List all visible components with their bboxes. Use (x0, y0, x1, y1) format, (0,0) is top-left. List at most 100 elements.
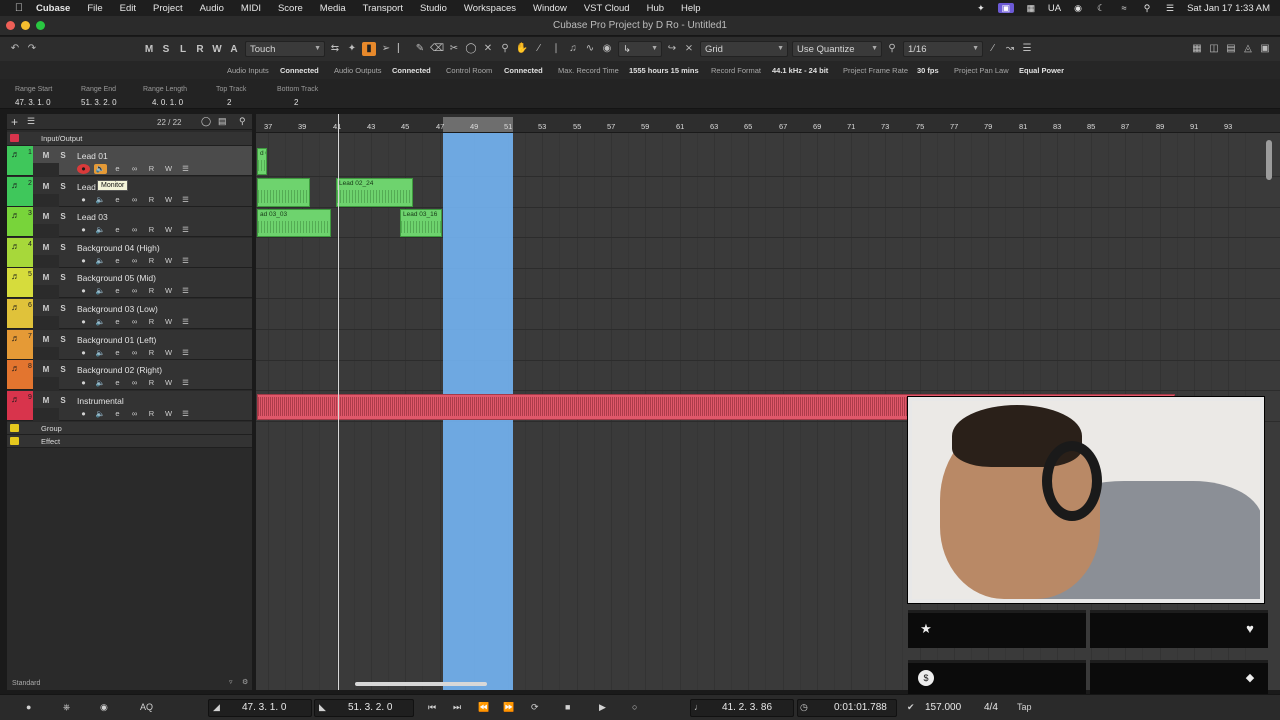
track-menu-icon[interactable]: ☰ (179, 256, 192, 266)
timewarp-tool-icon[interactable]: ∣ (549, 42, 563, 56)
punch-icon[interactable]: ⎈ (63, 702, 70, 713)
folder-track-group[interactable]: Group (7, 422, 252, 435)
stop-icon[interactable]: ■ (565, 702, 570, 712)
mute-all-button[interactable]: M (142, 41, 156, 57)
track-row[interactable]: ♬ 9 M S Instrumental ● 🔈 e ∞ R W ☰ (7, 391, 252, 421)
mute-button[interactable]: M (39, 181, 53, 192)
top-track-value[interactable]: 2 (227, 98, 231, 107)
tap-tempo-button[interactable]: Tap (1017, 702, 1032, 712)
wifi-icon[interactable]: ≈ (1118, 3, 1130, 13)
track-presets-icon[interactable]: ◯ (201, 116, 211, 127)
position-time-value[interactable]: 0:01:01.788 (834, 702, 887, 713)
automation-button[interactable]: A (227, 41, 241, 57)
monitor-icon[interactable]: 🔈 (94, 225, 107, 235)
mute-button[interactable]: M (39, 272, 53, 283)
track-row[interactable]: ♬ 8 M S Background 02 (Right) ● 🔈 e ∞ R W ☰ (7, 360, 252, 390)
bottom-track-value[interactable]: 2 (294, 98, 298, 107)
chevron-down-icon[interactable]: ▿ (229, 678, 233, 686)
menu-media[interactable]: Media (320, 3, 346, 14)
menu-transport[interactable]: Transport (363, 3, 403, 14)
mute-button[interactable]: M (39, 242, 53, 253)
track-name[interactable]: Lead 01 (77, 151, 108, 161)
quantize-mode-select[interactable]: Use Quantize ▼ (792, 41, 882, 57)
write-automation-button[interactable]: W (162, 225, 175, 235)
menu-workspaces[interactable]: Workspaces (464, 3, 516, 14)
solo-button[interactable]: S (56, 364, 70, 375)
track-menu-icon[interactable]: ☰ (179, 164, 192, 174)
cycle-icon[interactable]: ⟳ (531, 702, 539, 713)
record-enable-icon[interactable]: ● (77, 164, 90, 174)
right-zone-icon[interactable]: ◬ (1241, 42, 1255, 56)
audio-event-lead03-b[interactable]: Lead 03_16 (400, 209, 442, 237)
add-track-icon[interactable]: + (11, 115, 18, 129)
horizontal-scrollbar[interactable] (355, 682, 487, 686)
track-name[interactable]: Background 05 (Mid) (77, 273, 156, 283)
read-automation-button[interactable]: R (145, 348, 158, 358)
rewind-icon[interactable]: ⏪ (478, 702, 489, 713)
track-lane[interactable] (256, 330, 1280, 361)
read-automation-button[interactable]: R (145, 409, 158, 419)
edit-channel-icon[interactable]: e (111, 195, 124, 205)
read-automation-button[interactable]: R (145, 195, 158, 205)
track-name[interactable]: Background 04 (High) (77, 243, 160, 253)
range-select-icon[interactable]: ⎸ (396, 42, 410, 56)
edit-channel-icon[interactable]: e (111, 348, 124, 358)
lanes-icon[interactable]: ∞ (128, 195, 141, 205)
track-row[interactable]: ♬ 3 M S Lead 03 ● 🔈 e ∞ R W ☰ (7, 207, 252, 237)
read-all-button[interactable]: R (193, 41, 207, 57)
solo-button[interactable]: S (56, 242, 70, 253)
menu-studio[interactable]: Studio (420, 3, 447, 14)
control-center-icon[interactable]: ☰ (1164, 3, 1176, 13)
audio-outputs-value[interactable]: Connected (392, 66, 431, 75)
monitor-icon[interactable]: 🔈 (94, 348, 107, 358)
monitor-icon[interactable]: 🔈 (94, 409, 107, 419)
record-format-value[interactable]: 44.1 kHz - 24 bit (772, 66, 828, 75)
quantize-icon[interactable]: ⚲ (885, 42, 899, 56)
record-icon[interactable]: ○ (632, 702, 637, 712)
write-automation-button[interactable]: W (162, 317, 175, 327)
edit-channel-icon[interactable]: e (111, 409, 124, 419)
record-enable-icon[interactable]: ● (77, 348, 90, 358)
mute-button[interactable]: M (39, 395, 53, 406)
play-tool-icon[interactable]: ♫ (566, 42, 580, 56)
lanes-icon[interactable]: ∞ (128, 225, 141, 235)
track-row[interactable]: ♬ 2 M S Lead 02 ● 🔈 e ∞ R W ☰ (7, 177, 252, 207)
record-status-icon[interactable]: ◉ (1072, 3, 1084, 13)
record-enable-icon[interactable]: ● (77, 378, 90, 388)
read-automation-button[interactable]: R (145, 225, 158, 235)
read-automation-button[interactable]: R (145, 378, 158, 388)
line-tool-icon[interactable]: ∕ (532, 42, 546, 56)
write-automation-button[interactable]: W (162, 378, 175, 388)
track-name[interactable]: Background 01 (Left) (77, 335, 156, 345)
autoscroll-icon[interactable]: ⇆ (328, 42, 342, 56)
write-automation-button[interactable]: W (162, 195, 175, 205)
record-enable-icon[interactable]: ● (77, 409, 90, 419)
solo-button[interactable]: S (56, 272, 70, 283)
write-automation-button[interactable]: W (162, 256, 175, 266)
edit-channel-icon[interactable]: e (111, 378, 124, 388)
mute-button[interactable]: M (39, 150, 53, 161)
audio-event-lead02-a[interactable] (257, 178, 310, 207)
read-automation-button[interactable]: R (145, 164, 158, 174)
record-enable-icon[interactable]: ● (77, 195, 90, 205)
menu-file[interactable]: File (87, 3, 102, 14)
right-locator-value[interactable]: 51. 3. 2. 0 (348, 702, 392, 713)
lanes-icon[interactable]: ∞ (128, 164, 141, 174)
automation-mode-select[interactable]: Touch ▼ (245, 41, 325, 57)
sparkle-icon[interactable]: ✦ (975, 3, 987, 13)
listen-all-button[interactable]: L (176, 41, 190, 57)
track-menu-icon[interactable]: ☰ (179, 195, 192, 205)
left-zone-icon[interactable]: ◫ (1207, 42, 1221, 56)
monitor-icon[interactable]: 🔈 (94, 195, 107, 205)
color-tool-icon[interactable]: ◉ (600, 42, 614, 56)
signature-value[interactable]: 4/4 (984, 702, 998, 713)
left-locator-value[interactable]: 47. 3. 1. 0 (242, 702, 286, 713)
menu-project[interactable]: Project (153, 3, 183, 14)
solo-button[interactable]: S (56, 211, 70, 222)
range-length-value[interactable]: 4. 0. 1. 0 (152, 98, 183, 107)
track-name[interactable]: Instrumental (77, 396, 124, 406)
track-menu-icon[interactable]: ☰ (179, 378, 192, 388)
auto-fades-icon[interactable]: ↝ (1003, 42, 1017, 56)
solo-all-button[interactable]: S (159, 41, 173, 57)
track-name[interactable]: Background 02 (Right) (77, 365, 162, 375)
